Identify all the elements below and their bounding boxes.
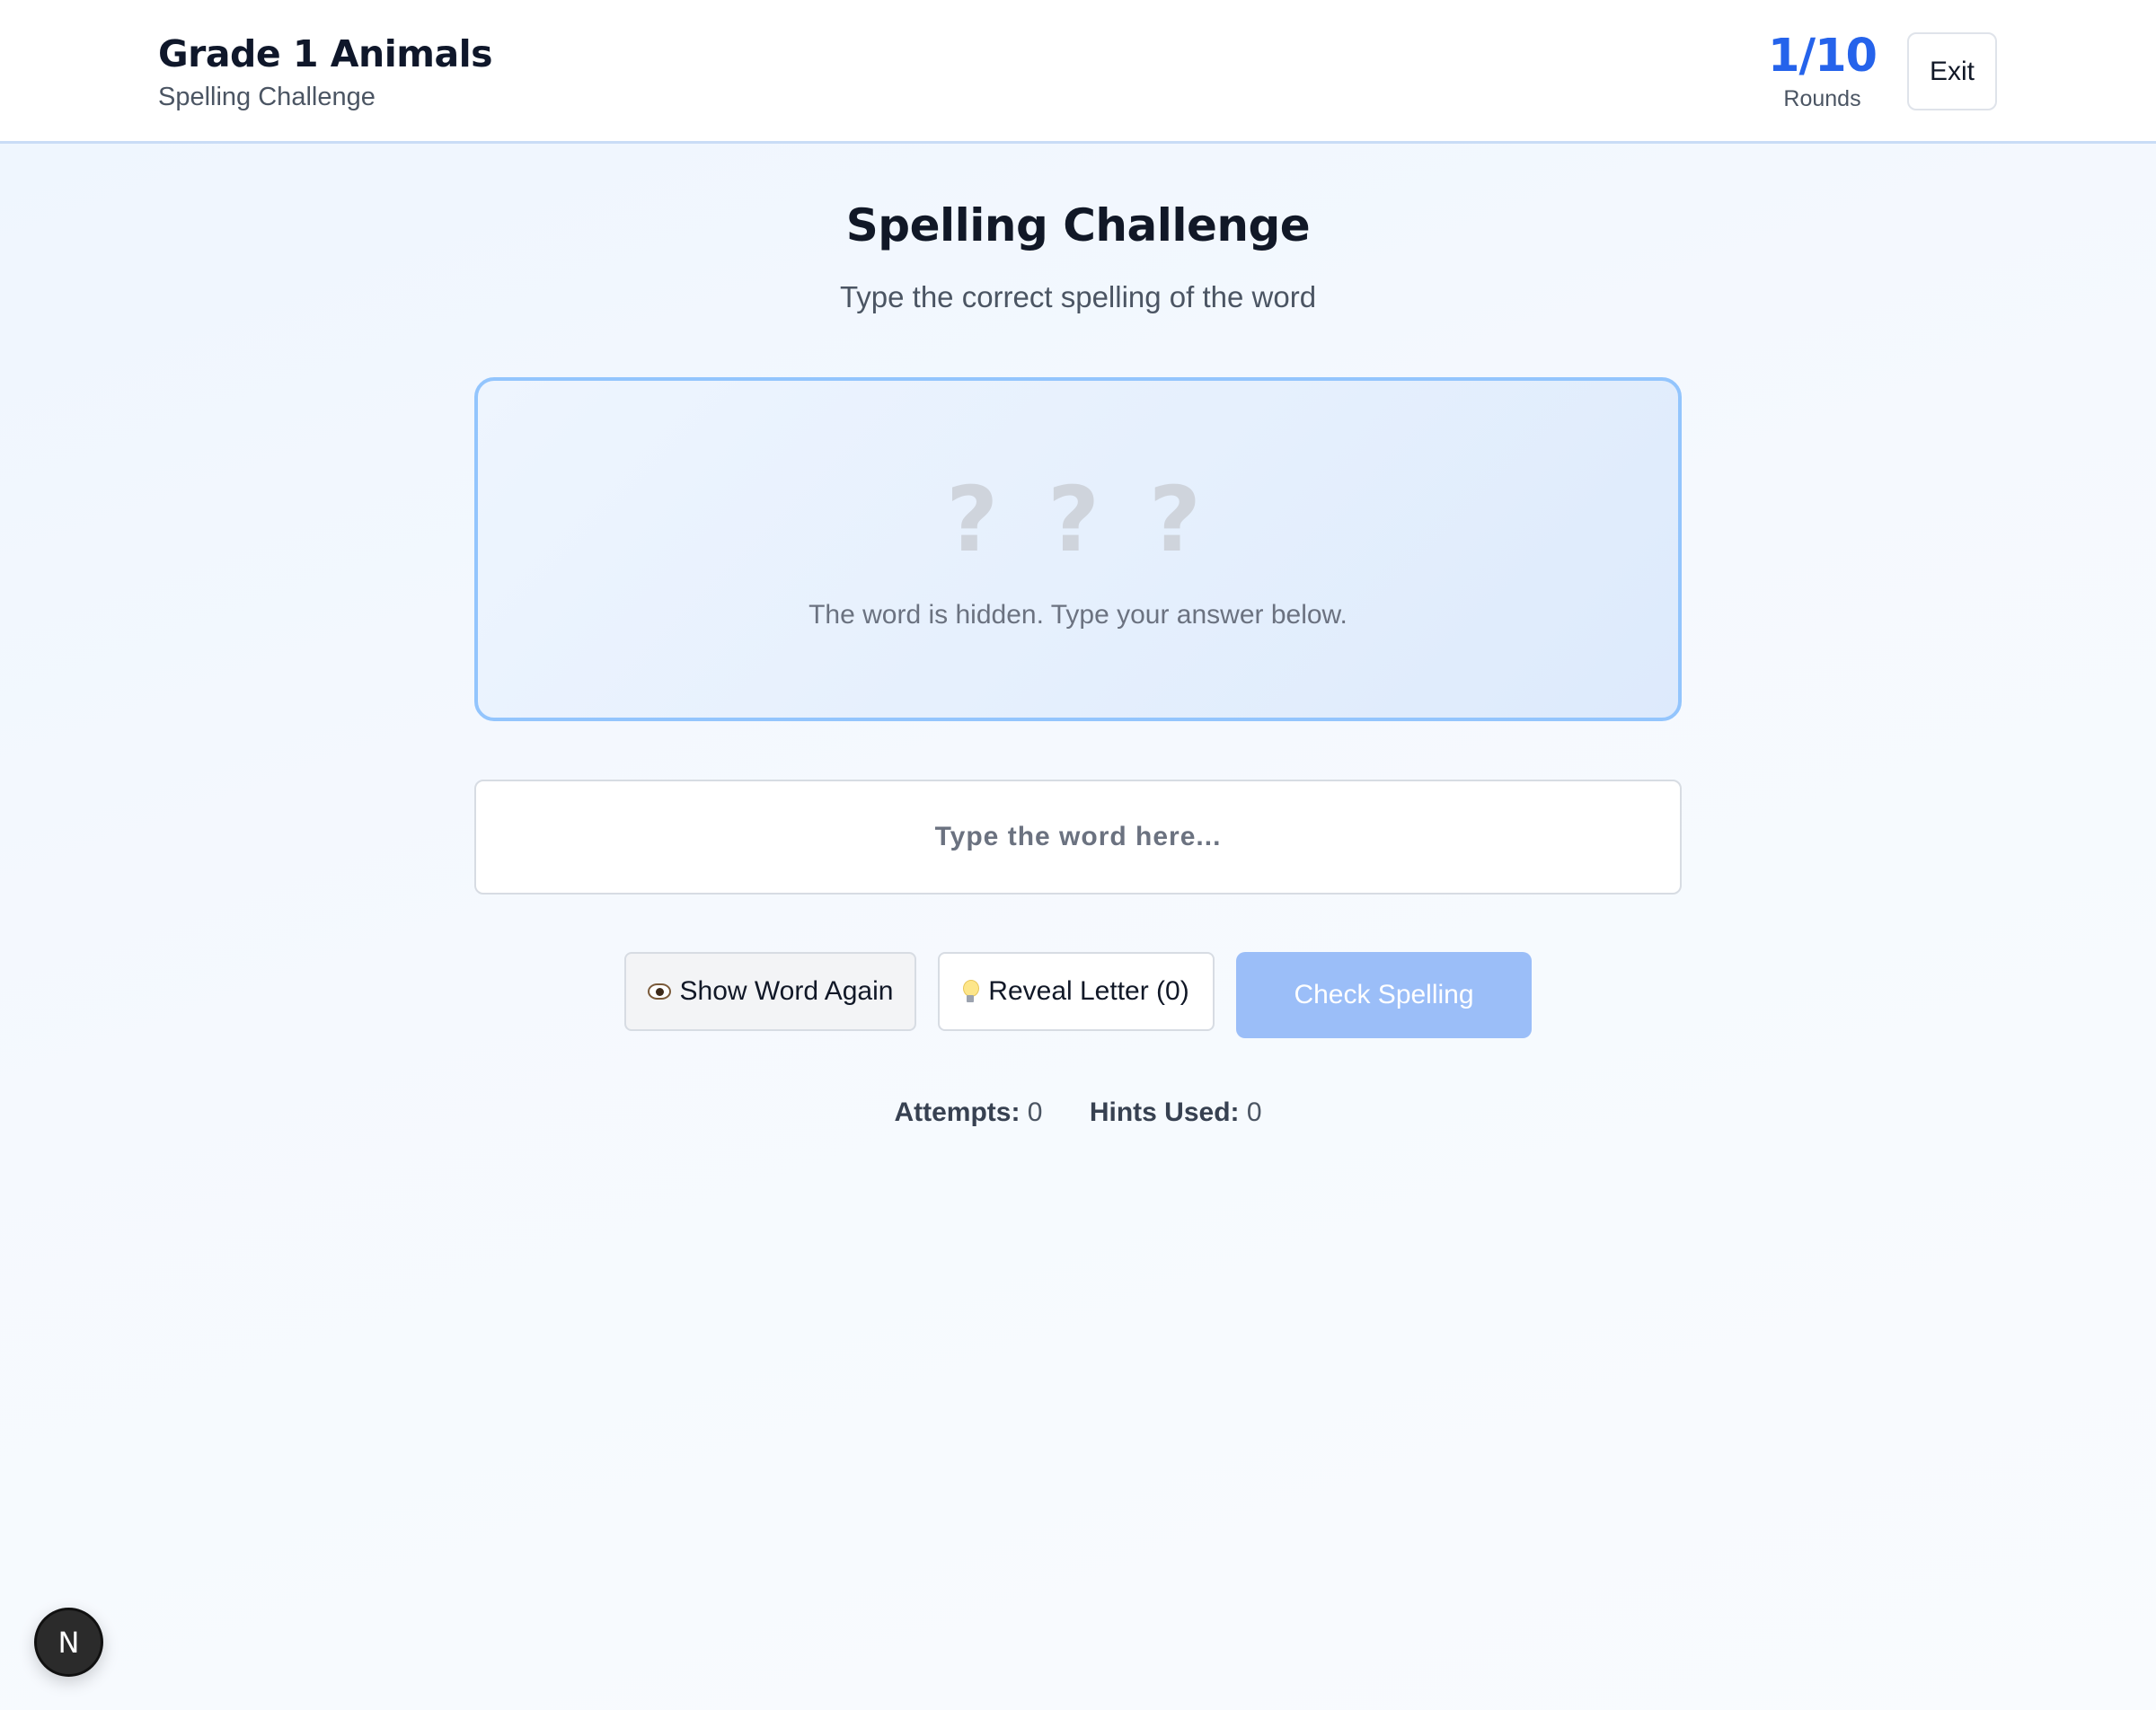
hidden-word-note: The word is hidden. Type your answer bel… [808, 600, 1348, 630]
eye-icon [647, 983, 671, 1000]
reveal-letter-button[interactable]: Reveal Letter (0) [938, 952, 1215, 1031]
show-word-again-label: Show Word Again [679, 976, 894, 1006]
hints-label: Hints Used: [1089, 1097, 1240, 1127]
page-subtitle: Type the correct spelling of the word [839, 280, 1317, 313]
mode-subtitle: Spelling Challenge [158, 83, 376, 111]
attempts-label: Attempts: [894, 1097, 1021, 1127]
rounds-label: Rounds [1783, 86, 1861, 111]
show-word-again-button[interactable]: Show Word Again [624, 952, 916, 1031]
hidden-word-card: ? ? ? The word is hidden. Type your answ… [474, 377, 1682, 721]
rounds-counter: 1/10 Rounds [1752, 29, 1893, 112]
attempts-value: 0 [1027, 1097, 1043, 1127]
hints-stat: Hints Used: 0 [1090, 1097, 1262, 1128]
exit-button[interactable]: Exit [1907, 32, 1997, 110]
deck-title: Grade 1 Animals [158, 32, 493, 75]
brand: Grade 1 Animals Spelling Challenge [158, 31, 493, 112]
check-spelling-button[interactable]: Check Spelling [1236, 952, 1532, 1038]
rounds-count: 1/10 [1767, 30, 1878, 83]
page-title: Spelling Challenge [845, 199, 1311, 251]
reveal-letter-label: Reveal Letter (0) [988, 976, 1189, 1006]
answer-input[interactable] [474, 780, 1682, 895]
masked-word: ? ? ? [946, 467, 1210, 572]
hints-value: 0 [1246, 1097, 1262, 1127]
top-bar: Grade 1 Animals Spelling Challenge 1/10 … [0, 0, 2156, 144]
lightbulb-icon [963, 980, 980, 1003]
dev-tools-badge[interactable]: N [34, 1608, 103, 1677]
stats-row: Attempts: 0 Hints Used: 0 [0, 1097, 2156, 1128]
attempts-stat: Attempts: 0 [894, 1097, 1042, 1128]
